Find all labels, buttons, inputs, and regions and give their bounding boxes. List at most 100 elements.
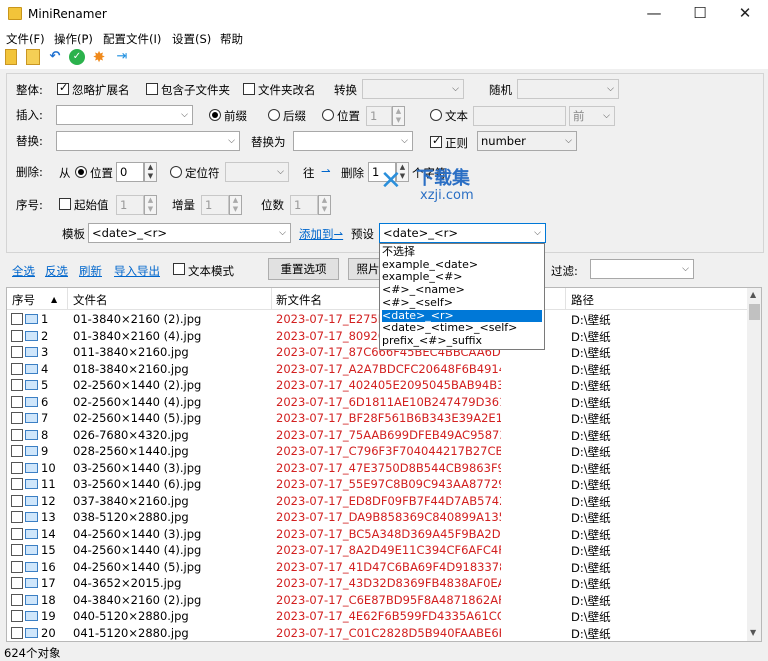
direction-arrow-icon[interactable]: ⇀ (321, 164, 331, 178)
row-checkbox[interactable] (11, 544, 23, 556)
table-row[interactable]: 7 02-2560×1440 (5).jpg 2023-07-17_BF28F561… (7, 410, 747, 427)
start-value-spinner-buttons[interactable]: ▲ ▼ (144, 195, 157, 215)
regex-type-select[interactable]: number ⌵ (477, 131, 577, 151)
row-checkbox[interactable] (11, 395, 23, 408)
row-checkbox[interactable] (11, 313, 23, 325)
preset-option[interactable]: 不选择 (382, 245, 542, 259)
table-row[interactable]: 20 041-5120×2880.jpg 2023-07-17_C01C2828D5… (7, 625, 747, 642)
menu-file[interactable]: 文件(F) (6, 31, 45, 47)
insert-input[interactable]: ⌵ (56, 105, 193, 125)
table-row[interactable]: 12 037-3840×2160.jpg 2023-07-17_ED8DF09FB7… (7, 493, 747, 510)
random-select[interactable]: ⌵ (517, 79, 619, 99)
table-row[interactable]: 14 04-2560×1440 (3).jpg 2023-07-17_BC5A348… (7, 526, 747, 543)
select-all-link[interactable]: 全选 (12, 263, 35, 279)
start-value-checkbox[interactable] (59, 198, 71, 210)
include-sub-checkbox[interactable] (146, 83, 158, 95)
table-row[interactable]: 13 038-5120×2880.jpg 2023-07-17_DA9B858369… (7, 509, 747, 526)
add-to-link[interactable]: 添加到⇀ (299, 226, 343, 242)
row-checkbox[interactable] (11, 560, 23, 573)
vertical-scrollbar[interactable]: ▲ ▼ (747, 288, 761, 641)
row-checkbox[interactable] (11, 527, 23, 540)
table-row[interactable]: 4 018-3840×2160.jpg 2023-07-17_A2A7BDCFC20… (7, 361, 747, 378)
row-checkbox[interactable] (11, 412, 23, 424)
row-checkbox[interactable] (11, 593, 23, 606)
settings-icon[interactable]: ✸ (91, 49, 107, 65)
regex-checkbox[interactable] (430, 134, 442, 148)
increment-spinner[interactable]: 1 (201, 195, 229, 215)
row-checkbox[interactable] (11, 577, 23, 589)
menu-operation[interactable]: 操作(P) (54, 31, 93, 47)
preset-select[interactable]: <date>_<r> ⌵ (379, 223, 546, 243)
digits-spinner-buttons[interactable]: ▲ ▼ (318, 195, 331, 215)
scroll-down-icon[interactable]: ▼ (750, 628, 756, 637)
table-row[interactable]: 8 026-7680×4320.jpg 2023-07-17_75AAB699DFE… (7, 427, 747, 444)
ignore-ext-checkbox[interactable] (57, 81, 69, 95)
position-radio[interactable] (322, 109, 334, 121)
preset-option[interactable]: <#>_<name> (382, 283, 542, 297)
col-newname[interactable]: 新文件名 (276, 292, 322, 308)
table-row[interactable]: 18 04-3840×2160 (2).jpg 2023-07-17_C6E87BD… (7, 592, 747, 609)
prefix-radio[interactable] (209, 109, 221, 121)
position-spinner-buttons[interactable]: ▲ ▼ (392, 106, 405, 126)
table-row[interactable]: 10 03-2560×1440 (3).jpg 2023-07-17_47E3750… (7, 460, 747, 477)
template-input[interactable]: <date>_<r> ⌵ (88, 223, 291, 243)
row-checkbox[interactable] (11, 346, 23, 358)
table-row[interactable]: 5 02-2560×1440 (2).jpg 2023-07-17_402405E2… (7, 377, 747, 394)
table-row[interactable]: 11 03-2560×1440 (6).jpg 2023-07-17_55E97C8… (7, 476, 747, 493)
del-position-radio[interactable] (75, 166, 87, 178)
position-spinner[interactable]: 1 (366, 106, 392, 126)
table-row[interactable]: 1 01-3840×2160 (2).jpg 2023-07-17_E275B0 D:… (7, 311, 747, 328)
row-checkbox[interactable] (11, 362, 23, 375)
filter-select[interactable]: ⌵ (590, 259, 694, 279)
folder-rename-checkbox[interactable] (243, 83, 255, 95)
convert-select[interactable]: ⌵ (362, 79, 464, 99)
close-button[interactable]: ✕ (722, 0, 768, 28)
replace-input[interactable]: ⌵ (56, 131, 240, 151)
col-index[interactable]: 序号 (12, 292, 35, 308)
replace-with-input[interactable]: ⌵ (293, 131, 413, 151)
preset-option[interactable]: prefix_<#>_suffix (382, 334, 542, 348)
table-row[interactable]: 6 02-2560×1440 (4).jpg 2023-07-17_6D1811AE… (7, 394, 747, 411)
row-checkbox[interactable] (11, 478, 23, 490)
del-position-spinner-buttons[interactable]: ▲ ▼ (144, 162, 157, 182)
preset-option[interactable]: <date>_<time>_<self> (382, 321, 542, 335)
menu-config[interactable]: 配置文件(I) (103, 31, 161, 47)
table-row[interactable]: 17 04-3652×2015.jpg 2023-07-17_43D32D8369F… (7, 575, 747, 592)
table-row[interactable]: 9 028-2560×1440.jpg 2023-07-17_C796F3F7040… (7, 443, 747, 460)
start-value-spinner[interactable]: 1 (116, 195, 144, 215)
del-position-spinner[interactable]: 0 (116, 162, 144, 182)
row-checkbox[interactable] (11, 494, 23, 507)
row-checkbox[interactable] (11, 445, 23, 457)
preset-option[interactable]: <#>_<self> (382, 296, 542, 310)
row-checkbox[interactable] (11, 329, 23, 342)
menu-settings[interactable]: 设置(S) (172, 31, 211, 47)
col-filename[interactable]: 文件名 (73, 292, 108, 308)
text-radio[interactable] (430, 109, 442, 121)
digits-spinner[interactable]: 1 (290, 195, 318, 215)
col-path[interactable]: 路径 (571, 292, 594, 308)
minimize-button[interactable]: — (631, 0, 677, 28)
text-position-select[interactable]: 前 ⌵ (569, 106, 615, 126)
pin-icon[interactable]: ⇥ (114, 49, 130, 65)
text-mode-checkbox[interactable] (173, 263, 185, 275)
row-checkbox[interactable] (11, 511, 23, 523)
row-checkbox[interactable] (11, 461, 23, 474)
scroll-up-icon[interactable]: ▲ (750, 290, 756, 299)
table-row[interactable]: 15 04-2560×1440 (4).jpg 2023-07-17_8A2D49E… (7, 542, 747, 559)
row-checkbox[interactable] (11, 379, 23, 391)
invert-link[interactable]: 反选 (45, 263, 68, 279)
table-row[interactable]: 2 01-3840×2160 (4).jpg 2023-07-17_809209 D:… (7, 328, 747, 345)
scroll-thumb[interactable] (749, 304, 760, 320)
reset-button[interactable]: 重置选项 (268, 258, 339, 280)
menu-help[interactable]: 帮助 (220, 31, 243, 47)
row-checkbox[interactable] (11, 428, 23, 441)
suffix-radio[interactable] (268, 109, 280, 121)
maximize-button[interactable]: ☐ (677, 0, 723, 28)
apply-icon[interactable]: ✓ (69, 49, 85, 65)
text-input[interactable] (473, 106, 566, 126)
table-row[interactable]: 19 040-5120×2880.jpg 2023-07-17_4E62F6B599… (7, 608, 747, 625)
import-export-link[interactable]: 导入导出 (114, 263, 160, 279)
open-icon[interactable] (5, 49, 17, 65)
locate-char-select[interactable]: ⌵ (225, 162, 289, 182)
increment-spinner-buttons[interactable]: ▲ ▼ (229, 195, 242, 215)
